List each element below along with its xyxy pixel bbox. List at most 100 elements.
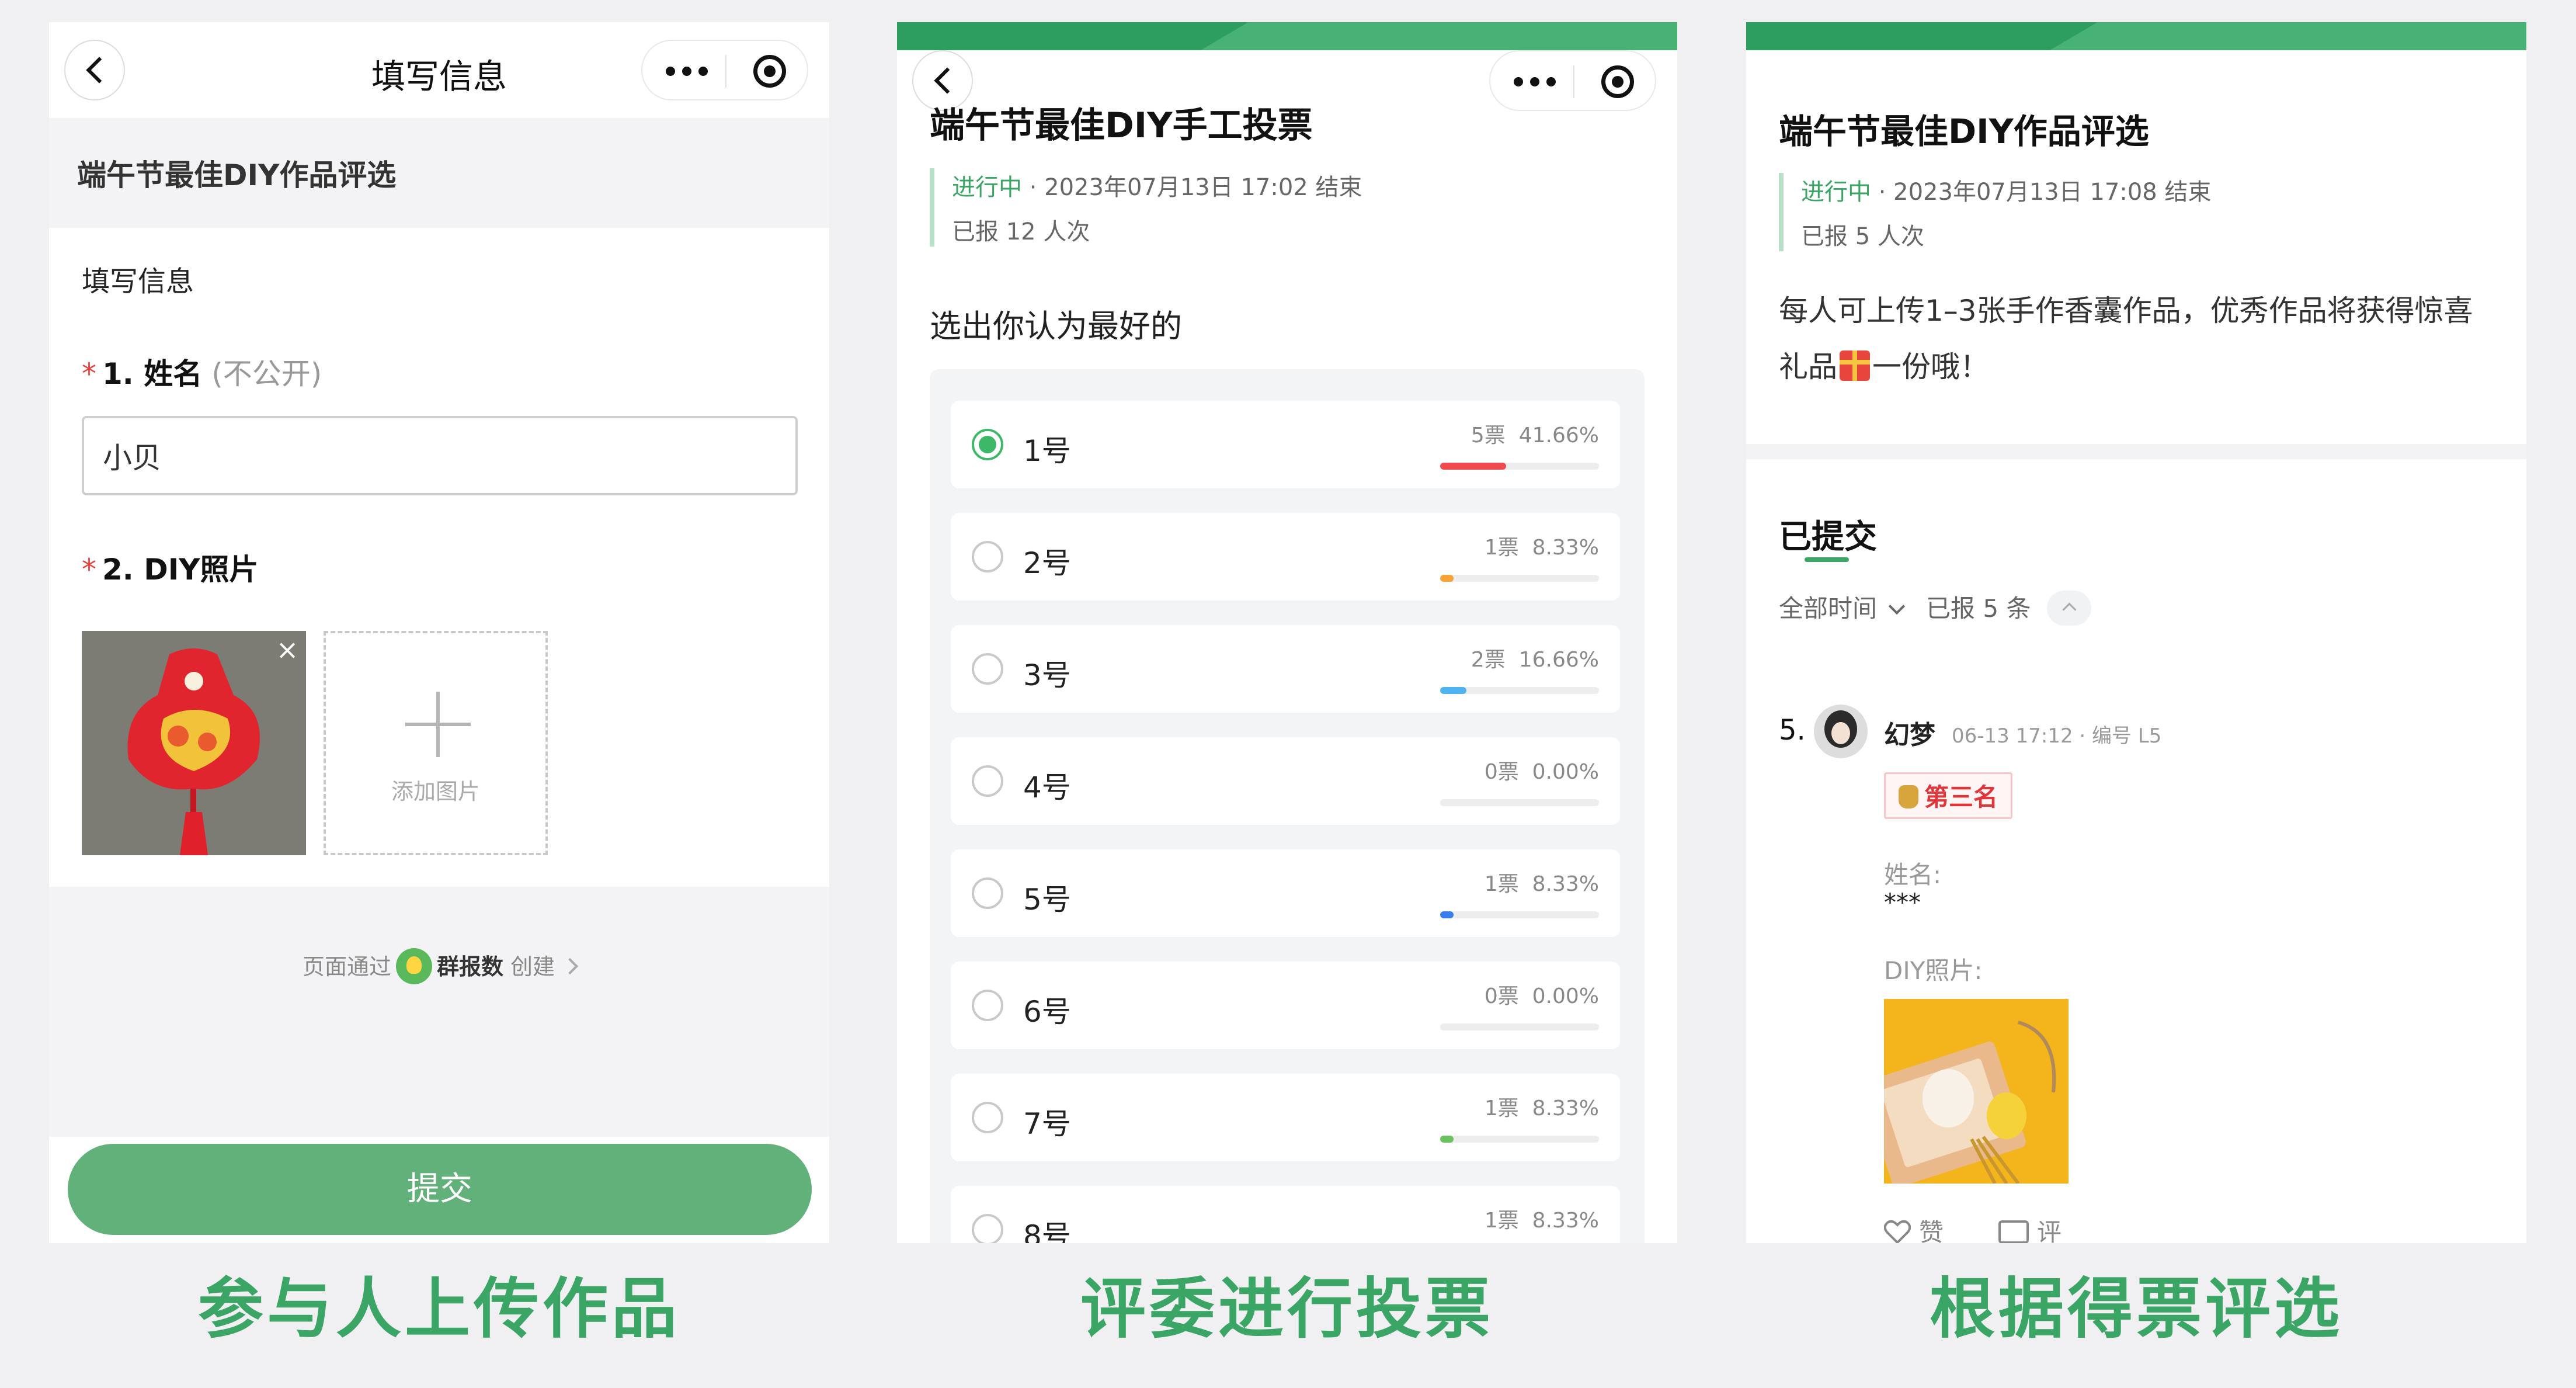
vote-count: 1票 [1484, 536, 1519, 560]
status-badge: 进行中 [1801, 179, 1871, 206]
plus-icon [405, 692, 471, 757]
caption-upload: 参与人上传作品 [198, 1271, 680, 1347]
option-vote-stat: 0票 0.00% [1485, 979, 1599, 1009]
deadline-text: · 2023年07月13日 17:02 结束 [1022, 174, 1362, 201]
time-filter-dropdown[interactable]: 全部时间 [1779, 594, 1877, 623]
vote-title: 端午节最佳DIY手工投票 [930, 105, 1313, 146]
participant-count: 已报 12 人次 [952, 218, 1090, 245]
miniprogram-capsule [641, 40, 808, 100]
option-vote-stat: 5票 41.66% [1471, 418, 1599, 449]
vote-percent: 8.33% [1532, 1096, 1599, 1120]
vote-percent: 8.33% [1532, 872, 1599, 896]
activity-info-card: 端午节最佳DIY作品评选 进行中 · 2023年07月13日 17:08 结束 … [1746, 22, 2526, 444]
vote-progress-bar [1440, 799, 1599, 806]
name-input[interactable] [82, 416, 798, 495]
photo-field-label: DIY照片: [1884, 956, 1983, 985]
vote-progress-fill [1440, 687, 1466, 694]
created-by-footer[interactable]: 页面通过 群报数 创建 [49, 948, 829, 987]
qunbaoshu-logo-icon [395, 948, 432, 984]
option-radio[interactable] [972, 653, 1003, 685]
form-heading: 填写信息 [82, 265, 194, 298]
option-radio[interactable] [972, 541, 1003, 572]
like-label: 赞 [1919, 1218, 1944, 1243]
participant-count: 已报 5 人次 [1801, 223, 1924, 250]
vote-screen: 端午节最佳DIY手工投票 进行中 · 2023年07月13日 17:02 结束 … [897, 22, 1677, 1243]
vote-progress-fill [1440, 911, 1454, 918]
vote-option[interactable]: 5号 1票 8.33% [951, 849, 1620, 937]
vote-option[interactable]: 3号 2票 16.66% [951, 625, 1620, 713]
vote-percent: 0.00% [1532, 760, 1599, 784]
submissions-tab[interactable]: 已提交 [1779, 511, 1877, 558]
name-question-text: 1. 姓名 [102, 357, 203, 391]
capsule-divider [1573, 65, 1574, 98]
required-mark: * [82, 357, 96, 391]
option-vote-stat: 1票 8.33% [1485, 530, 1599, 561]
footer-brand: 群报数 [436, 954, 503, 980]
money-bag-icon [1899, 785, 1918, 808]
vote-progress-bar [1440, 463, 1599, 470]
submission-count: 已报 5 条 [1926, 594, 2031, 623]
upload-screen: 填写信息 端午节最佳DIY作品评选 填写信息 *1. 姓名(不公开) *2. D… [49, 22, 829, 1243]
close-miniprogram-icon[interactable] [1601, 65, 1634, 98]
vote-progress-fill [1440, 1136, 1454, 1143]
results-screen: 端午节最佳DIY作品评选 进行中 · 2023年07月13日 17:08 结束 … [1746, 22, 2526, 1243]
vote-count: 0票 [1484, 760, 1519, 784]
vote-percent: 0.00% [1532, 984, 1599, 1008]
remove-photo-icon[interactable]: × [274, 636, 300, 663]
collapse-up-icon[interactable] [2047, 590, 2092, 626]
vote-option[interactable]: 2号 1票 8.33% [951, 513, 1620, 601]
vote-percent: 16.66% [1518, 648, 1599, 672]
vote-option[interactable]: 1号 5票 41.66% [951, 401, 1620, 488]
gift-icon [1840, 350, 1870, 381]
option-vote-stat: 1票 8.33% [1485, 1091, 1599, 1122]
option-radio[interactable] [972, 429, 1003, 460]
activity-title: 端午节最佳DIY作品评选 [1779, 112, 2149, 151]
option-vote-stat: 1票 8.33% [1485, 1203, 1599, 1234]
option-radio[interactable] [972, 1102, 1003, 1133]
uploaded-photo[interactable]: × [82, 631, 306, 855]
vote-progress-bar [1440, 1136, 1599, 1143]
option-radio[interactable] [972, 1214, 1003, 1243]
vote-count: 5票 [1470, 424, 1506, 447]
avatar[interactable] [1814, 705, 1868, 758]
vote-option[interactable]: 4号 0票 0.00% [951, 737, 1620, 825]
rank-badge: 第三名 [1884, 772, 2013, 819]
more-icon[interactable] [666, 62, 708, 79]
chevron-down-icon[interactable] [1888, 598, 1906, 615]
option-label: 6号 [1023, 995, 1071, 1029]
add-photo-button[interactable]: 添加图片 [324, 631, 548, 855]
name-field-label: 姓名: [1884, 860, 1942, 889]
submissions-filter: 全部时间 已报 5 条 [1779, 589, 2092, 628]
vote-progress-fill [1440, 575, 1454, 582]
vote-progress-bar [1440, 575, 1599, 582]
chevron-right-icon [561, 957, 579, 975]
comment-button[interactable]: 评 [1998, 1213, 2062, 1243]
submit-button[interactable]: 提交 [68, 1144, 812, 1235]
info-form: 填写信息 *1. 姓名(不公开) *2. DIY照片 × 添 [49, 228, 829, 887]
option-vote-stat: 2票 16.66% [1471, 643, 1599, 673]
vote-option[interactable]: 7号 1票 8.33% [951, 1074, 1620, 1161]
vote-options-list: 1号 5票 41.66% 2号 1票 8.33% 3号 2票 16.66% 4号 0票 0.0… [930, 369, 1645, 1243]
close-miniprogram-icon[interactable] [753, 55, 786, 88]
like-button[interactable]: 赞 [1884, 1213, 1944, 1243]
option-radio[interactable] [972, 765, 1003, 797]
rank-label: 第三名 [1924, 783, 1998, 811]
vote-option[interactable]: 8号 1票 8.33% [951, 1186, 1620, 1243]
vote-count: 1票 [1484, 872, 1519, 896]
option-label: 5号 [1023, 883, 1071, 917]
option-label: 8号 [1023, 1219, 1071, 1243]
entry-meta: 06-13 17:12 · 编号 L5 [1952, 724, 2162, 748]
option-radio[interactable] [972, 990, 1003, 1021]
miniprogram-capsule [1489, 50, 1656, 111]
more-icon[interactable] [1514, 72, 1556, 90]
deadline-text: · 2023年07月13日 17:08 结束 [1871, 179, 2212, 206]
name-question-label: * 1. 姓名 (不公开) [82, 351, 322, 393]
vote-count: 0票 [1484, 984, 1519, 1008]
option-vote-stat: 0票 0.00% [1485, 755, 1599, 785]
footer-prefix: 页面通过 [302, 954, 391, 980]
activity-status: 进行中 · 2023年07月13日 17:08 结束 已报 5 人次 [1779, 173, 2211, 251]
entry-photo[interactable] [1884, 999, 2069, 1184]
option-vote-stat: 1票 8.33% [1485, 867, 1599, 897]
vote-option[interactable]: 6号 0票 0.00% [951, 962, 1620, 1049]
option-radio[interactable] [972, 877, 1003, 909]
